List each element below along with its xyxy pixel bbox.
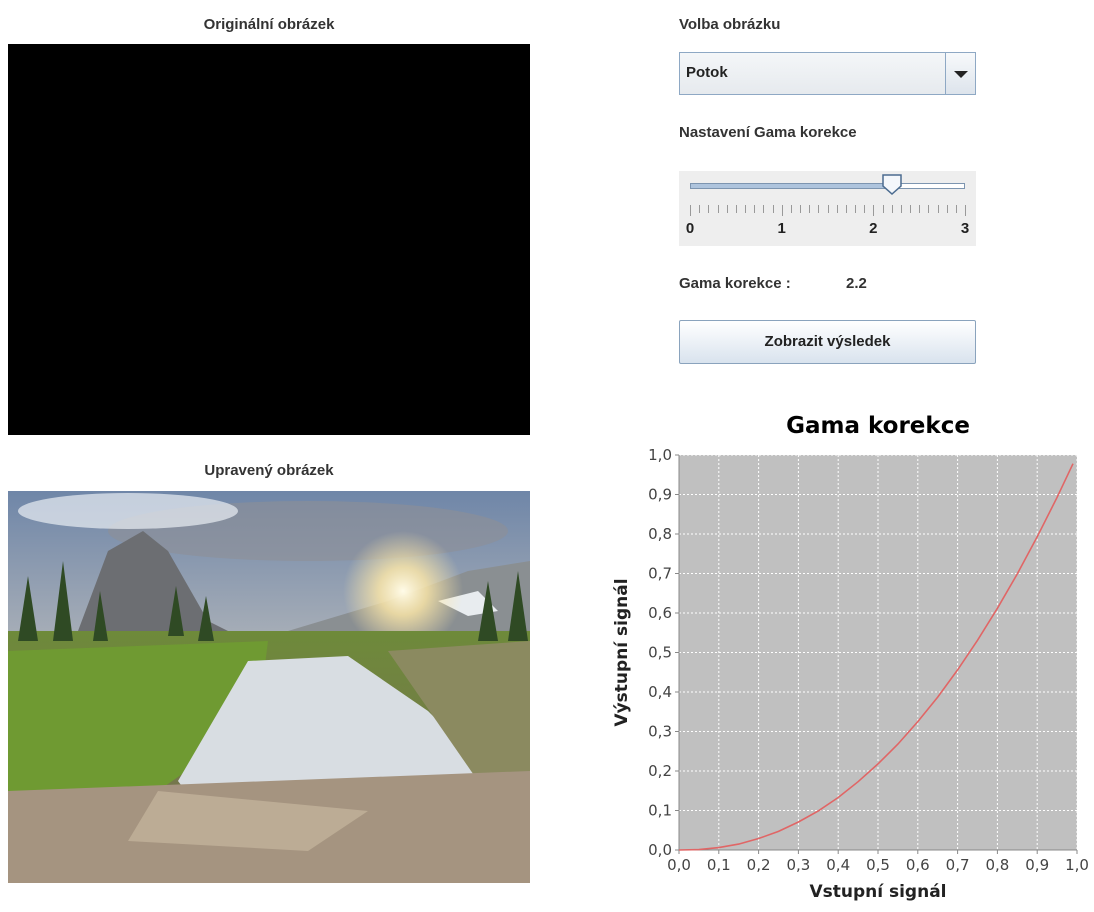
- slider-tick: [855, 205, 856, 213]
- gamma-slider-label: Nastavení Gama korekce: [679, 124, 857, 141]
- slider-tick: [864, 205, 866, 213]
- x-tick-label: 0,4: [826, 856, 850, 874]
- y-tick-label: 0,7: [648, 565, 672, 583]
- slider-tick: [836, 205, 838, 213]
- slider-tick-label-3: 3: [960, 220, 970, 237]
- y-tick-label: 0,3: [648, 723, 672, 741]
- x-tick-label: 0,5: [866, 856, 890, 874]
- y-tick-label: 1,0: [648, 446, 672, 464]
- slider-tick: [726, 205, 728, 213]
- x-tick-label: 1,0: [1065, 856, 1089, 874]
- x-tick-label: 0,3: [786, 856, 810, 874]
- slider-tick: [772, 205, 774, 213]
- gamma-slider[interactable]: 0 1 2 3: [679, 171, 976, 246]
- slider-tick: [955, 205, 957, 213]
- slider-thumb[interactable]: [881, 174, 903, 196]
- slider-tick: [818, 205, 820, 213]
- slider-tick: [845, 205, 847, 213]
- slider-tick: [781, 205, 783, 216]
- slider-tick: [965, 205, 966, 216]
- y-tick-label: 0,5: [648, 644, 672, 662]
- slider-tick: [891, 205, 893, 213]
- y-tick-label: 0,4: [648, 683, 672, 701]
- slider-tick: [763, 205, 765, 213]
- slider-tick: [900, 205, 902, 213]
- landscape-image: [8, 491, 530, 883]
- chevron-down-icon[interactable]: [945, 53, 975, 94]
- y-tick-label: 0,6: [648, 604, 672, 622]
- slider-tick: [800, 205, 801, 213]
- slider-tick: [790, 205, 792, 213]
- slider-tick: [937, 205, 939, 213]
- slider-tick: [882, 205, 884, 213]
- slider-tick: [827, 205, 829, 213]
- chart-title: Gama korekce: [786, 413, 970, 439]
- slider-tick: [928, 205, 930, 213]
- gamma-value: 2.2: [846, 275, 867, 292]
- slider-track-fill: [691, 184, 893, 188]
- slider-tick-label-0: 0: [685, 220, 695, 237]
- y-tick-label: 0,2: [648, 762, 672, 780]
- x-tick-label: 0,9: [1025, 856, 1049, 874]
- slider-tick: [873, 205, 875, 216]
- x-tick-label: 0,2: [747, 856, 771, 874]
- slider-tick: [699, 205, 701, 213]
- slider-track[interactable]: [690, 183, 965, 189]
- original-image-label: Originální obrázek: [203, 16, 335, 33]
- slider-tick-label-2: 2: [869, 220, 878, 237]
- slider-tick: [708, 205, 710, 213]
- x-tick-label: 0,1: [707, 856, 731, 874]
- y-axis-label: Výstupní signál: [612, 578, 632, 726]
- slider-ticks: [690, 205, 966, 217]
- slider-tick: [754, 205, 756, 213]
- slider-tick: [745, 205, 746, 213]
- original-image: [8, 44, 530, 435]
- y-tick-label: 0,8: [648, 525, 672, 543]
- x-tick-label: 0,6: [906, 856, 930, 874]
- x-tick-label: 0,7: [946, 856, 970, 874]
- slider-tick: [717, 205, 719, 213]
- slider-tick: [690, 205, 691, 216]
- slider-tick: [919, 205, 921, 213]
- slider-tick: [946, 205, 948, 213]
- result-image: [8, 491, 530, 883]
- x-tick-label: 0,8: [985, 856, 1009, 874]
- image-select-dropdown[interactable]: Potok: [679, 52, 976, 95]
- image-select-label: Volba obrázku: [679, 16, 781, 33]
- gamma-value-label: Gama korekce :: [679, 275, 791, 292]
- gamma-chart: Gama korekce 0,0 0,1 0,2 0,3 0,4 0,5 0,6 0,7 0,8 0…: [612, 413, 1089, 902]
- y-tick-label: 0,1: [648, 802, 672, 820]
- result-image-label: Upravený obrázek: [204, 462, 334, 479]
- show-result-button[interactable]: Zobrazit výsledek: [679, 320, 976, 364]
- slider-tick: [809, 205, 811, 213]
- slider-tick: [735, 205, 737, 213]
- image-select-value: Potok: [686, 64, 728, 81]
- y-tick-label: 0,9: [648, 486, 672, 504]
- slider-tick-label-1: 1: [777, 220, 786, 237]
- x-axis-label: Vstupní signál: [809, 882, 946, 902]
- slider-tick: [910, 205, 911, 213]
- y-tick-label: 0,0: [648, 841, 672, 859]
